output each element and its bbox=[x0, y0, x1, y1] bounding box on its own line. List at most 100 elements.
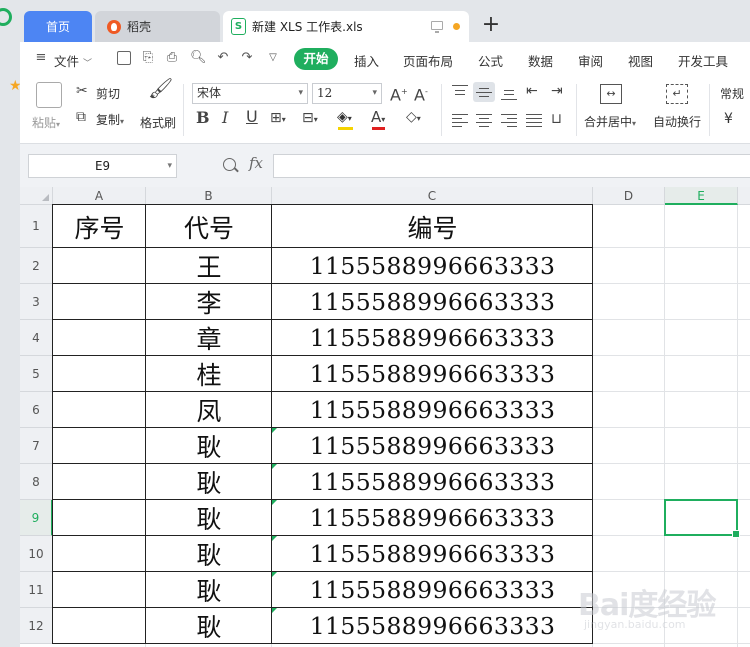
align-left-icon[interactable] bbox=[452, 112, 468, 128]
cell-c7[interactable]: 1155588996663333 bbox=[272, 428, 593, 464]
fx-icon[interactable]: fx bbox=[249, 154, 263, 172]
new-tab-button[interactable]: + bbox=[481, 11, 501, 39]
row-header-1[interactable]: 1 bbox=[20, 205, 53, 248]
paste-button[interactable]: 粘贴▾ bbox=[32, 114, 60, 131]
tab-document[interactable]: S 新建 XLS 工作表.xls bbox=[223, 11, 469, 42]
ribbon-tab-data[interactable]: 数据 bbox=[528, 51, 553, 70]
row-header-11[interactable]: 11 bbox=[20, 572, 53, 608]
print-icon[interactable]: ⎙ bbox=[165, 51, 179, 65]
cut-button[interactable]: 剪切 bbox=[96, 85, 120, 102]
cell-c8[interactable]: 1155588996663333 bbox=[272, 464, 593, 500]
cell-b8[interactable]: 耿 bbox=[146, 464, 272, 500]
cell-c3[interactable]: 1155588996663333 bbox=[272, 284, 593, 320]
row-header-6[interactable]: 6 bbox=[20, 392, 53, 428]
header-cell-b1[interactable]: 代号 bbox=[146, 205, 272, 248]
number-format-select[interactable]: 常规 bbox=[720, 85, 744, 102]
cell-b9[interactable]: 耿 bbox=[146, 500, 272, 536]
hamburger-icon[interactable]: ≡ bbox=[34, 51, 48, 65]
font-name-select[interactable]: 宋体 ▾ bbox=[192, 83, 308, 104]
wrap-text-button[interactable]: 自动换行 bbox=[653, 113, 701, 130]
row-header-2[interactable]: 2 bbox=[20, 248, 53, 284]
cell-b11[interactable]: 耿 bbox=[146, 572, 272, 608]
cell-c9[interactable]: 1155588996663333 bbox=[272, 500, 593, 536]
wps-logo-icon[interactable] bbox=[0, 8, 12, 26]
cell-c6[interactable]: 1155588996663333 bbox=[272, 392, 593, 428]
tab-home[interactable]: 首页 bbox=[24, 11, 92, 42]
cell-b2[interactable]: 王 bbox=[146, 248, 272, 284]
column-header-d[interactable]: D bbox=[593, 187, 665, 205]
column-header-c[interactable]: C bbox=[272, 187, 593, 205]
tab-docer[interactable]: 稻壳 bbox=[95, 11, 220, 42]
header-cell-c1[interactable]: 编号 bbox=[272, 205, 593, 248]
selected-cell[interactable] bbox=[664, 499, 740, 538]
fill-color-icon[interactable]: ◈▾ bbox=[337, 109, 352, 127]
column-header-b[interactable]: B bbox=[146, 187, 272, 205]
row-header-12[interactable]: 12 bbox=[20, 608, 53, 644]
distributed-align-icon[interactable]: ⊔ bbox=[551, 111, 562, 127]
align-bottom-icon[interactable] bbox=[501, 84, 517, 101]
redo-icon[interactable]: ↷ bbox=[240, 51, 254, 65]
align-center-icon[interactable] bbox=[476, 112, 492, 128]
ribbon-tab-layout[interactable]: 页面布局 bbox=[403, 51, 453, 70]
underline-button[interactable]: U bbox=[246, 109, 258, 125]
currency-button[interactable]: ¥ bbox=[724, 111, 733, 127]
zoom-icon[interactable] bbox=[223, 158, 236, 171]
cell-b7[interactable]: 耿 bbox=[146, 428, 272, 464]
cell-c10[interactable]: 1155588996663333 bbox=[272, 536, 593, 572]
cell-b10[interactable]: 耿 bbox=[146, 536, 272, 572]
italic-button[interactable]: I bbox=[222, 110, 228, 126]
increase-font-icon[interactable]: A+ bbox=[390, 84, 408, 103]
print-preview-icon[interactable]: 🔍︎ bbox=[190, 51, 207, 65]
ribbon-tab-review[interactable]: 审阅 bbox=[578, 51, 603, 70]
cell-c5[interactable]: 1155588996663333 bbox=[272, 356, 593, 392]
decrease-indent-icon[interactable]: ⇤ bbox=[526, 83, 538, 99]
row-header-10[interactable]: 10 bbox=[20, 536, 53, 572]
ribbon-tab-developer[interactable]: 开发工具 bbox=[678, 51, 728, 70]
row-header-4[interactable]: 4 bbox=[20, 320, 53, 356]
cell-c4[interactable]: 1155588996663333 bbox=[272, 320, 593, 356]
font-size-select[interactable]: 12 ▾ bbox=[312, 83, 382, 104]
font-color-icon[interactable]: A▾ bbox=[371, 109, 385, 128]
save-icon[interactable] bbox=[117, 51, 131, 65]
increase-indent-icon[interactable]: ⇥ bbox=[551, 83, 563, 99]
cell-b4[interactable]: 章 bbox=[146, 320, 272, 356]
justify-icon[interactable] bbox=[526, 112, 542, 128]
decrease-font-icon[interactable]: A- bbox=[414, 84, 428, 103]
border-icon[interactable]: ⊞▾ bbox=[270, 110, 286, 128]
cell-b5[interactable]: 桂 bbox=[146, 356, 272, 392]
ribbon-tab-start[interactable]: 开始 bbox=[294, 48, 338, 70]
copy-button[interactable]: 复制▾ bbox=[96, 111, 124, 128]
cell-b3[interactable]: 李 bbox=[146, 284, 272, 320]
merge-center-button[interactable]: 合并居中▾ bbox=[584, 113, 636, 130]
column-header-a[interactable]: A bbox=[53, 187, 146, 205]
cell-c2[interactable]: 1155588996663333 bbox=[272, 248, 593, 284]
customize-arrow-icon[interactable]: ▽ bbox=[266, 51, 280, 65]
header-cell-a1[interactable]: 序号 bbox=[53, 205, 146, 248]
name-box[interactable]: E9 ▾ bbox=[28, 154, 177, 178]
column-header-e[interactable]: E bbox=[665, 187, 738, 205]
ribbon-tab-formula[interactable]: 公式 bbox=[478, 51, 503, 70]
undo-icon[interactable]: ↶ bbox=[216, 51, 230, 65]
export-icon[interactable]: ⎘ bbox=[141, 51, 155, 65]
cell-b6[interactable]: 凤 bbox=[146, 392, 272, 428]
align-right-icon[interactable] bbox=[501, 112, 517, 128]
paste-icon[interactable] bbox=[36, 82, 62, 108]
menu-file[interactable]: 文件 ﹀ bbox=[54, 51, 92, 70]
align-middle-icon[interactable] bbox=[476, 84, 492, 100]
row-header-7[interactable]: 7 bbox=[20, 428, 53, 464]
bold-button[interactable]: B bbox=[196, 110, 210, 126]
row-header-9[interactable]: 9 bbox=[20, 500, 53, 536]
formula-input[interactable] bbox=[273, 154, 750, 178]
row-header-3[interactable]: 3 bbox=[20, 284, 53, 320]
cell-style-icon[interactable]: ⊟▾ bbox=[302, 110, 318, 128]
ribbon-tab-view[interactable]: 视图 bbox=[628, 51, 653, 70]
eraser-icon[interactable]: ◇▾ bbox=[406, 109, 421, 127]
column-header-next[interactable] bbox=[738, 187, 750, 205]
cell-c11[interactable]: 1155588996663333 bbox=[272, 572, 593, 608]
row-header-8[interactable]: 8 bbox=[20, 464, 53, 500]
select-all-corner[interactable] bbox=[20, 187, 53, 205]
monitor-icon[interactable] bbox=[431, 21, 443, 33]
ribbon-tab-insert[interactable]: 插入 bbox=[354, 51, 379, 70]
align-top-icon[interactable] bbox=[452, 84, 468, 100]
row-header-5[interactable]: 5 bbox=[20, 356, 53, 392]
